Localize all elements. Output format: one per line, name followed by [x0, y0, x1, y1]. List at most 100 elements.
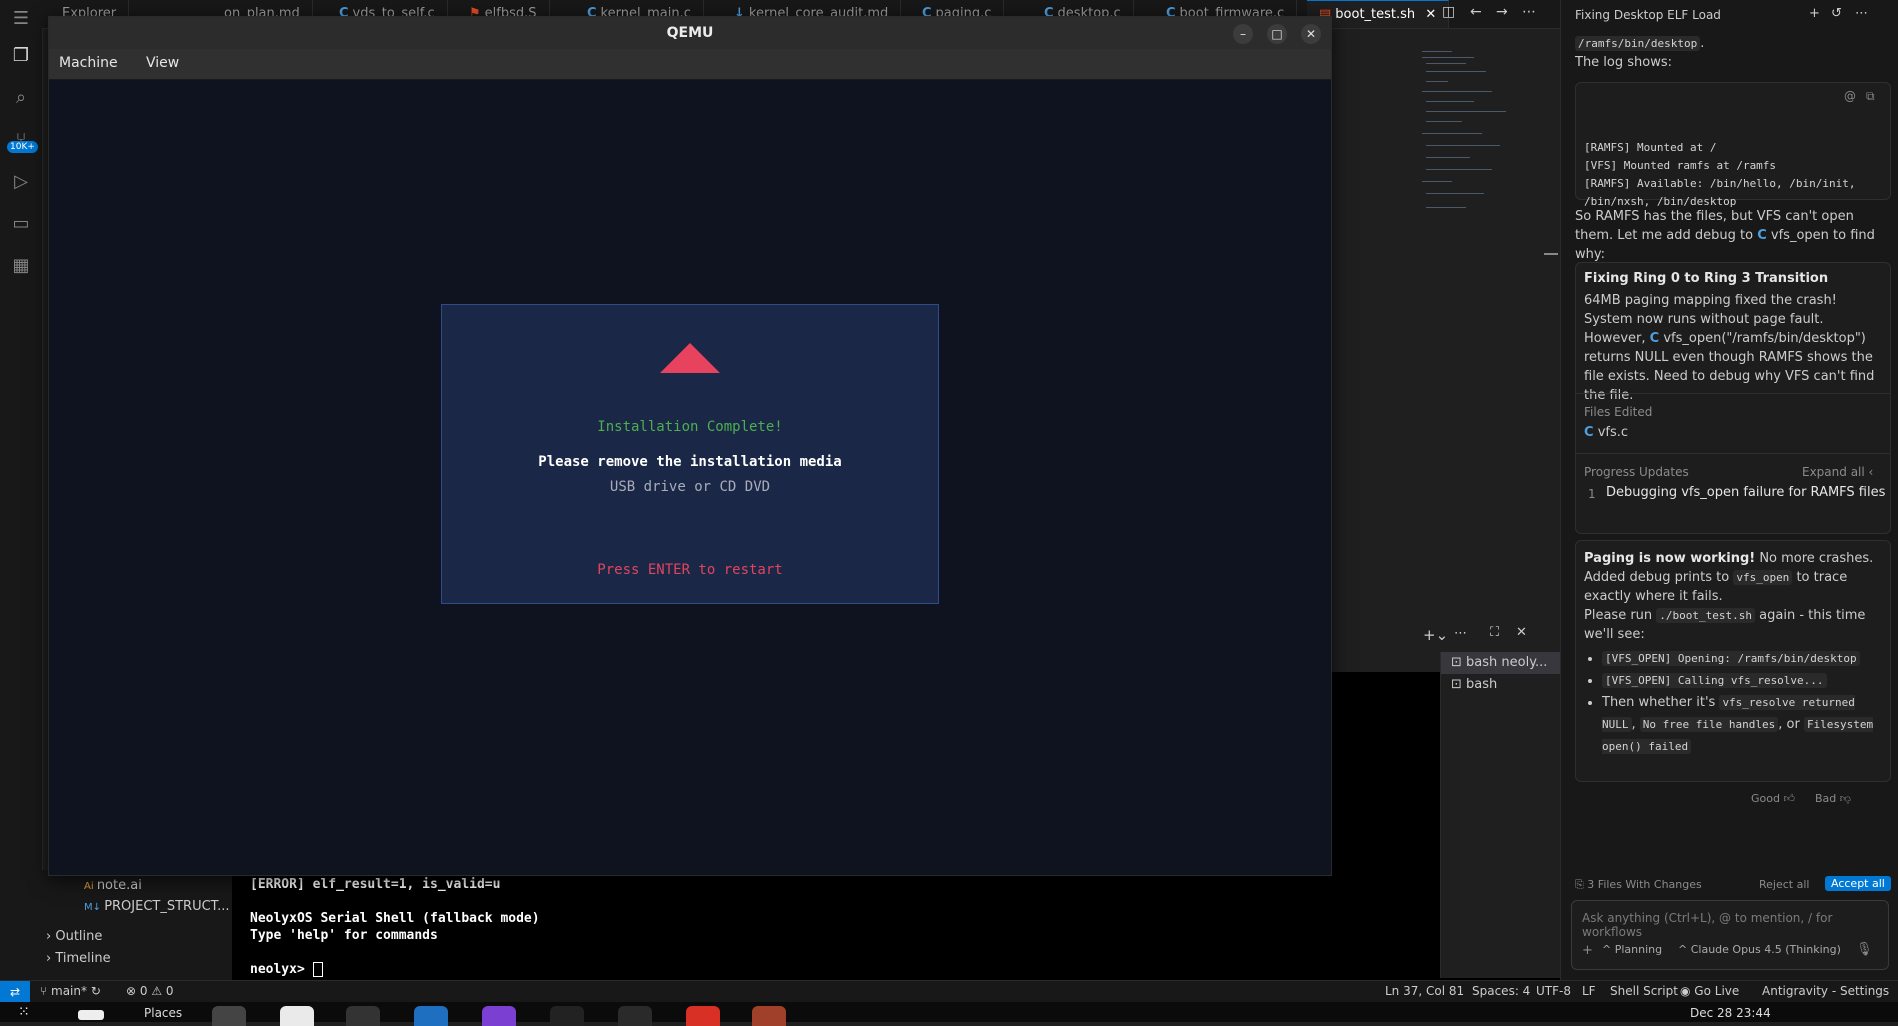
app-grid-icon[interactable]: ⁙ [18, 1004, 30, 1020]
settings-link[interactable]: Antigravity - Settings [1762, 984, 1889, 998]
edited-file-label: vfs.c [1597, 425, 1629, 440]
menu-view[interactable]: View [146, 55, 179, 71]
terminal-toolbar: +⌄ ⋯ ⛶ ✕ [1330, 620, 1560, 650]
chat-input-placeholder: Ask anything (Ctrl+L), @ to mention, / f… [1582, 911, 1833, 939]
close-button[interactable]: ✕ [1301, 24, 1321, 44]
store-app-icon[interactable] [280, 1006, 314, 1026]
file-project-structure[interactable]: M↓ PROJECT_STRUCT... [84, 899, 229, 914]
outline-section[interactable]: › Outline [46, 929, 102, 944]
places-menu[interactable]: Places [144, 1006, 182, 1020]
language-mode[interactable]: Shell Script [1610, 984, 1678, 998]
indentation[interactable]: Spaces: 4 [1472, 984, 1530, 998]
history-icon[interactable]: ↺ [1831, 6, 1842, 21]
feedback-bad-button[interactable]: Bad 👎︎ [1815, 792, 1851, 805]
search-icon[interactable]: ⌕ [9, 86, 33, 110]
assistant-message: Paging is now working! No more crashes. … [1575, 540, 1891, 782]
line-ending[interactable]: LF [1582, 984, 1596, 998]
chat-more-icon[interactable]: ⋯ [1855, 6, 1868, 21]
new-terminal-icon[interactable]: +⌄ [1423, 626, 1448, 644]
changes-summary[interactable]: ⎘ 3 Files With Changes [1575, 878, 1702, 892]
maximize-button[interactable]: □ [1267, 24, 1287, 44]
more-actions-icon[interactable]: ⋯ [1522, 4, 1536, 20]
qemu-app-icon[interactable] [752, 1006, 786, 1026]
maximize-panel-icon[interactable]: ⛶ [1490, 625, 1499, 640]
md-file-icon: M↓ [84, 902, 105, 913]
bullet-text: or [1786, 717, 1800, 732]
minimize-button[interactable]: – [1233, 24, 1253, 44]
file-icon: ⎘ [1575, 878, 1588, 891]
git-branch[interactable]: ⑂ main* ↻ [40, 984, 101, 998]
accept-all-button[interactable]: Accept all [1825, 876, 1891, 891]
scrollbar-thumb[interactable] [1544, 253, 1558, 255]
explorer-icon[interactable]: ❐ [9, 44, 33, 68]
model-selector[interactable]: ^ Claude Opus 4.5 (Thinking) [1678, 943, 1841, 956]
go-live-button[interactable]: ◉ Go Live [1680, 984, 1739, 998]
discord-app-icon[interactable] [482, 1006, 516, 1026]
terminal-prompt[interactable]: neolyx> [250, 962, 323, 977]
chat-paragraph: So RAMFS has the files, but VFS can't op… [1575, 207, 1891, 264]
terminal-icon: ⊡ [1451, 677, 1467, 692]
warning-triangle-icon [660, 343, 720, 373]
terminal-session-list: ⊡ bash neoly... ⊡ bash [1440, 652, 1561, 978]
expand-all-button[interactable]: Expand all ‹ [1802, 465, 1873, 479]
close-tab-icon[interactable]: ✕ [1425, 7, 1436, 22]
bullet-item: Then whether it's vfs_resolve returned N… [1602, 692, 1884, 758]
workspace-indicator[interactable] [78, 1010, 104, 1020]
chevron-right-icon: › [46, 951, 56, 966]
feedback-good-button[interactable]: Good 👍︎ [1751, 792, 1795, 805]
log-line: [RAMFS] Mounted at / [1584, 141, 1717, 154]
split-editor-icon[interactable]: ◫ [1442, 4, 1455, 20]
message-text: Please run [1584, 608, 1653, 623]
run-debug-icon[interactable]: ▷ [9, 170, 33, 194]
chat-input[interactable]: Ask anything (Ctrl+L), @ to mention, / f… [1571, 900, 1889, 970]
rocket-app-icon[interactable] [550, 1006, 584, 1026]
terminal-session-bash-2[interactable]: ⊡ bash [1441, 674, 1561, 696]
explorer-panel: Ai note.ai M↓ PROJECT_STRUCT... › Outlin… [42, 870, 232, 980]
section-label: Timeline [55, 951, 111, 966]
files-edited-label: Files Edited [1584, 405, 1653, 419]
problems-indicator[interactable]: ⊗ 0 ⚠ 0 [126, 984, 174, 998]
remote-explorer-icon[interactable]: ▭ [9, 212, 33, 236]
reject-all-button[interactable]: Reject all [1759, 878, 1809, 891]
chat-title: Fixing Desktop ELF Load [1575, 8, 1721, 22]
file-note-ai[interactable]: Ai note.ai [84, 878, 142, 893]
mention-icon[interactable]: @ [1844, 89, 1856, 103]
microphone-icon[interactable]: 🎙︎ [1856, 942, 1873, 957]
section-label: Outline [55, 929, 103, 944]
cursor-position[interactable]: Ln 37, Col 81 [1385, 984, 1464, 998]
status-bar: ⇄ ⑂ main* ↻ ⊗ 0 ⚠ 0 Ln 37, Col 81 Spaces… [0, 980, 1898, 1003]
remote-indicator-icon[interactable]: ⇄ [0, 981, 30, 1003]
terminal-app-icon[interactable] [346, 1006, 380, 1026]
minimap[interactable] [1422, 47, 1508, 217]
qemu-titlebar[interactable]: QEMU – □ ✕ [49, 17, 1331, 49]
add-context-icon[interactable]: + [1582, 943, 1593, 958]
qemu-window[interactable]: QEMU – □ ✕ Machine View Installation Com… [48, 16, 1332, 876]
new-chat-icon[interactable]: + [1809, 6, 1820, 21]
back-arrow-icon[interactable]: ← [1470, 4, 1482, 20]
encoding[interactable]: UTF-8 [1536, 984, 1571, 998]
close-panel-icon[interactable]: ✕ [1516, 625, 1527, 640]
go-live-label: Go Live [1694, 984, 1740, 998]
antigravity-app-icon[interactable] [618, 1006, 652, 1026]
edited-file-vfs[interactable]: C vfs.c [1584, 425, 1628, 440]
forward-arrow-icon[interactable]: → [1496, 4, 1508, 20]
menu-icon[interactable]: ☰ [9, 7, 33, 31]
extensions-icon[interactable]: ▦ [9, 254, 33, 278]
terminal-cursor [312, 962, 323, 977]
editor-pane[interactable] [1330, 29, 1560, 619]
chrome-app-icon[interactable] [686, 1006, 720, 1026]
terminal-session-bash-1[interactable]: ⊡ bash neoly... [1441, 652, 1561, 674]
timeline-section[interactable]: › Timeline [46, 951, 111, 966]
files-app-icon[interactable] [212, 1006, 246, 1026]
c-file-icon: C [1757, 228, 1767, 243]
terminal-more-icon[interactable]: ⋯ [1454, 626, 1467, 641]
clock[interactable]: Dec 28 23:44 [1690, 1006, 1771, 1020]
vscode-app-icon[interactable] [414, 1006, 448, 1026]
copy-icon[interactable]: ⧉ [1866, 89, 1875, 104]
menu-machine[interactable]: Machine [59, 55, 118, 71]
mode-selector[interactable]: ^ Planning [1602, 943, 1662, 956]
qemu-title: QEMU [666, 25, 714, 41]
progress-item[interactable]: Debugging vfs_open failure for RAMFS fil… [1606, 485, 1885, 500]
vm-screen[interactable]: Installation Complete! Please remove the… [49, 80, 1331, 875]
task-body: 64MB paging mapping fixed the crash! Sys… [1584, 291, 1880, 405]
